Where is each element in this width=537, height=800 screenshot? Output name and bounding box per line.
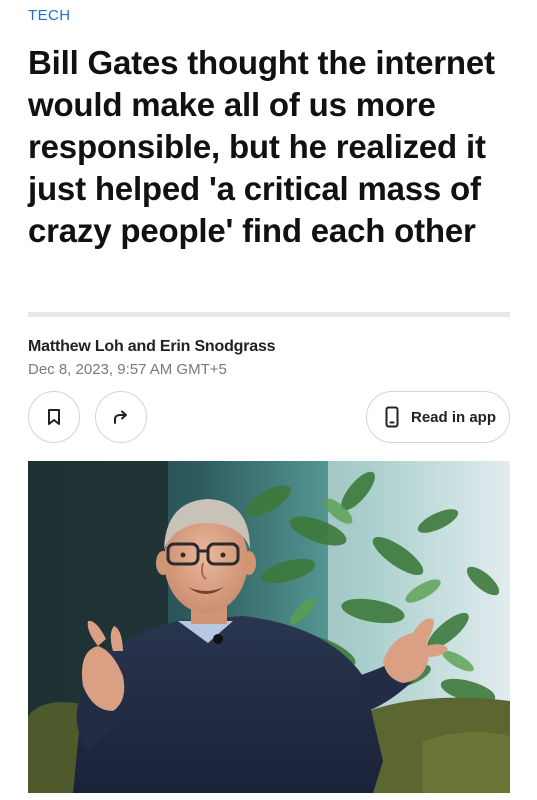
share-button[interactable] xyxy=(95,391,147,443)
header-divider xyxy=(28,312,510,317)
article-headline: Bill Gates thought the internet would ma… xyxy=(28,44,495,249)
phone-icon xyxy=(385,406,399,428)
bookmark-button[interactable] xyxy=(28,391,80,443)
article-hero-photo xyxy=(28,461,510,793)
read-in-app-label: Read in app xyxy=(411,408,497,426)
publish-timestamp: Dec 8, 2023, 9:57 AM GMT+5 xyxy=(28,361,227,378)
read-in-app-button[interactable]: Read in app xyxy=(366,391,510,443)
share-arrow-icon xyxy=(114,410,127,424)
category-label[interactable]: TECH xyxy=(28,7,70,24)
bookmark-icon xyxy=(48,409,60,425)
author-byline[interactable]: Matthew Loh and Erin Snodgrass xyxy=(28,338,276,356)
